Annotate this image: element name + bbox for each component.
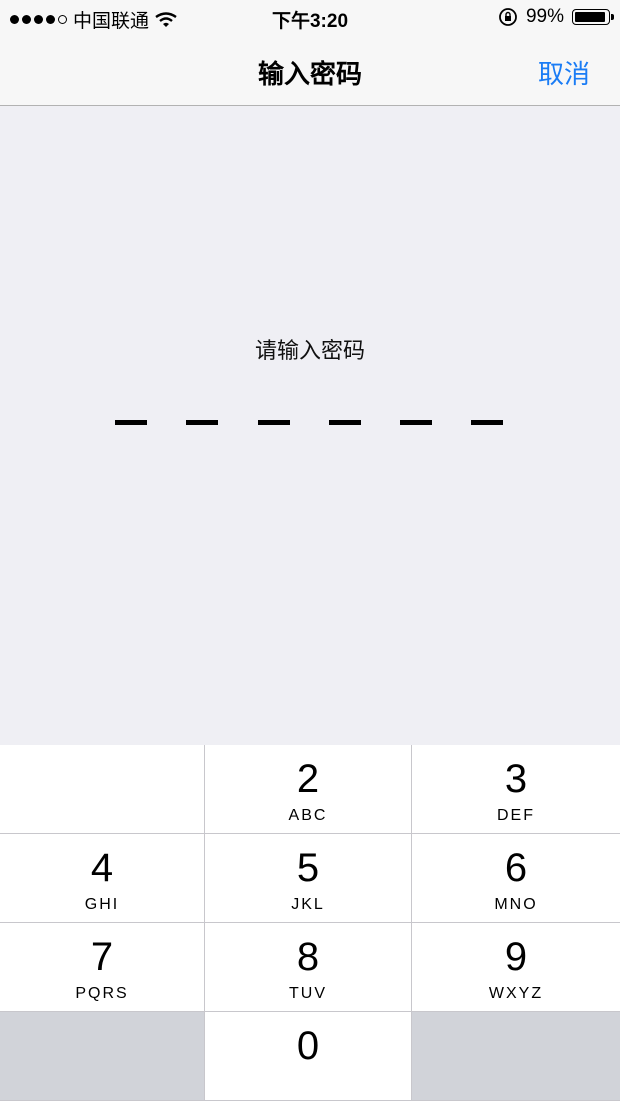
keypad-key-3[interactable]: 3 DEF (412, 745, 620, 834)
passcode-field (0, 420, 620, 426)
key-digit: 8 (296, 935, 320, 979)
key-digit: 2 (296, 757, 320, 801)
passcode-digit-slot (186, 420, 218, 425)
key-digit: 0 (296, 1024, 320, 1068)
numeric-keypad: 2 ABC 3 DEF 4 GHI 5 JKL 6 MNO 7 PQRS 8 TUV 9 WXYZ 0 (0, 745, 620, 1103)
passcode-digit-slot (471, 420, 503, 425)
status-bar: 中国联通 下午3:20 99% (0, 0, 620, 36)
key-letters: WXYZ (488, 985, 544, 1002)
key-letters: PQRS (75, 985, 129, 1002)
keypad-blank-key (412, 1012, 620, 1101)
battery-percentage: 99% (525, 6, 564, 27)
key-letters: TUV (289, 985, 327, 1002)
passcode-digit-slot (329, 420, 361, 425)
keypad-key-2[interactable]: 2 ABC (205, 745, 412, 834)
keypad-key-0[interactable]: 0 (205, 1012, 412, 1101)
keypad-key-9[interactable]: 9 WXYZ (412, 923, 620, 1012)
keypad-key-4[interactable]: 4 GHI (0, 834, 205, 923)
keypad-key-6[interactable]: 6 MNO (412, 834, 620, 923)
keypad-blank-key (0, 745, 205, 834)
passcode-digit-slot (258, 420, 290, 425)
keypad-key-8[interactable]: 8 TUV (205, 923, 412, 1012)
key-digit: 5 (296, 846, 320, 890)
passcode-prompt: 请输入密码 (254, 338, 365, 363)
key-digit: 7 (90, 935, 114, 979)
keypad-key-5[interactable]: 5 JKL (205, 834, 412, 923)
battery-icon (572, 9, 614, 25)
page-title: 输入密码 (257, 59, 362, 89)
key-letters: MNO (494, 896, 538, 913)
key-letters: JKL (291, 896, 325, 913)
key-digit: 3 (504, 757, 528, 801)
key-letters: GHI (84, 896, 120, 913)
key-letters: DEF (497, 807, 535, 824)
rotation-lock-icon (499, 8, 517, 26)
status-right: 99% (498, 6, 614, 28)
key-letters: ABC (288, 807, 328, 824)
cancel-button[interactable]: 取消 (538, 54, 590, 91)
navigation-bar: 输入密码 取消 (0, 36, 620, 106)
key-digit: 4 (90, 846, 114, 890)
battery-level (575, 12, 605, 22)
key-digit: 9 (504, 935, 528, 979)
key-digit: 6 (504, 846, 528, 890)
keypad-key-7[interactable]: 7 PQRS (0, 923, 205, 1012)
keypad-blank-key (0, 1012, 205, 1101)
passcode-digit-slot (400, 420, 432, 425)
passcode-digit-slot (115, 420, 147, 425)
